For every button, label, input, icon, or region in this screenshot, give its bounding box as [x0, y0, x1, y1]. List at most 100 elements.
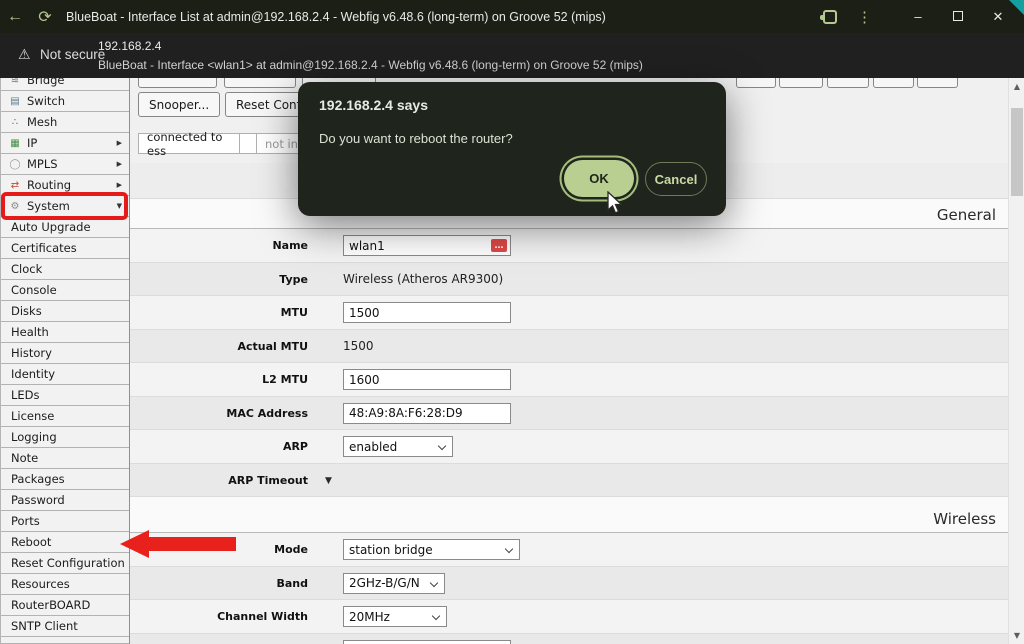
back-icon[interactable]: ←: [0, 8, 30, 26]
arp-select[interactable]: enabled: [343, 436, 453, 457]
sidebar-item-routerboard[interactable]: RouterBOARD: [1, 595, 129, 616]
form-row-actual-mtu: Actual MTU 1500: [130, 330, 1008, 364]
sidebar-item-label: Password: [11, 493, 65, 507]
chevron-down-icon: [438, 442, 446, 450]
mac-address-input[interactable]: 48:A9:8A:F6:28:D9: [343, 403, 511, 424]
sidebar-item-logging[interactable]: Logging: [1, 427, 129, 448]
sidebar-item-password[interactable]: Password: [1, 490, 129, 511]
mode-select[interactable]: station bridge: [343, 539, 520, 560]
sidebar-item-leds[interactable]: LEDs: [1, 385, 129, 406]
form-row-mtu: MTU 1500: [130, 296, 1008, 330]
name-input[interactable]: wlan1…: [343, 235, 511, 256]
sidebar-item-label: Routing: [27, 178, 71, 192]
sidebar-item-label: Health: [11, 325, 49, 339]
sidebar-item-reboot[interactable]: Reboot: [1, 532, 129, 553]
not-secure-label[interactable]: Not secure: [40, 47, 105, 62]
sidebar-item-mesh[interactable]: ∴Mesh: [1, 112, 129, 133]
site-page-title: BlueBoat - Interface <wlan1> at admin@19…: [98, 58, 643, 72]
sidebar-item-reset-configuration[interactable]: Reset Configuration: [1, 553, 129, 574]
sidebar-item-disks[interactable]: Disks: [1, 301, 129, 322]
sidebar-item-sntp-client[interactable]: SNTP Client: [1, 616, 129, 637]
sidebar-item-label: Mesh: [27, 115, 57, 129]
form-row-partial: [130, 634, 1008, 644]
chevron-right-icon: ▶: [117, 160, 122, 168]
sidebar-item-clock[interactable]: Clock: [1, 259, 129, 280]
mouse-cursor: [607, 191, 627, 215]
field-label: Actual MTU: [237, 340, 308, 353]
sidebar-item-mpls[interactable]: ◯MPLS ▶: [1, 154, 129, 175]
field-label: Type: [279, 273, 308, 286]
minimize-button[interactable]: –: [898, 9, 938, 24]
scroll-down-icon[interactable]: ▼: [1009, 631, 1024, 640]
sidebar-item-identity[interactable]: Identity: [1, 364, 129, 385]
form-row-name: Name wlan1…: [130, 229, 1008, 263]
form-row-type: Type Wireless (Atheros AR9300): [130, 263, 1008, 297]
form-row-l2-mtu: L2 MTU1600: [130, 363, 1008, 397]
sidebar-item-label: Certificates: [11, 241, 77, 255]
sidebar-item-license[interactable]: License: [1, 406, 129, 427]
mesh-icon: ∴: [6, 117, 24, 128]
browser-menu-icon[interactable]: ⋮: [857, 8, 872, 26]
sidebar-item-item[interactable]: [1, 637, 129, 644]
select-value: 2GHz-B/G/N: [349, 576, 420, 590]
refresh-icon[interactable]: ⟳: [30, 7, 60, 27]
channel-width-select[interactable]: 20MHz: [343, 606, 447, 627]
sidebar-item-label: Reboot: [11, 535, 51, 549]
field-label: ARP: [283, 440, 308, 453]
sidebar-item-resources[interactable]: Resources: [1, 574, 129, 595]
sidebar-item-label: LEDs: [11, 388, 40, 402]
sidebar-item-label: Clock: [11, 262, 42, 276]
sidebar-item-label: Console: [11, 283, 57, 297]
sidebar-item-history[interactable]: History: [1, 343, 129, 364]
warning-icon: ⚠: [18, 46, 31, 63]
status-spacer: [240, 133, 257, 154]
sidebar-item-health[interactable]: Health: [1, 322, 129, 343]
select-value: enabled: [349, 440, 397, 454]
sidebar-item-switch[interactable]: ▤Switch: [1, 91, 129, 112]
field-label: ARP Timeout: [228, 474, 308, 487]
scrollbar-thumb[interactable]: [1011, 108, 1023, 196]
form-row-arp-timeout: ARP Timeout ▼: [130, 464, 1008, 498]
screen: ← ⟳ BlueBoat - Interface List at admin@1…: [0, 0, 1024, 644]
security-infobar: ⚠ Not secure 192.168.2.4 BlueBoat - Inte…: [0, 33, 1024, 78]
extensions-icon[interactable]: [823, 10, 837, 24]
more-options-icon[interactable]: …: [491, 239, 507, 252]
field-label: Band: [276, 577, 308, 590]
input-value: 48:A9:8A:F6:28:D9: [349, 406, 463, 420]
form-row-arp: ARP enabled: [130, 430, 1008, 464]
snooper-button[interactable]: Snooper...: [138, 92, 220, 117]
field-label: Name: [272, 239, 308, 252]
vertical-scrollbar[interactable]: ▲ ▼: [1008, 78, 1024, 644]
actual-mtu-value: 1500: [343, 339, 374, 353]
screen-corner-marker: [1009, 0, 1024, 15]
annotation-box-system: [1, 192, 128, 220]
chevron-down-icon: [430, 578, 438, 586]
sidebar-item-note[interactable]: Note: [1, 448, 129, 469]
partial-input[interactable]: [343, 640, 511, 644]
confirm-dialog: 192.168.2.4 says Do you want to reboot t…: [298, 82, 726, 216]
sidebar-item-auto-upgrade[interactable]: Auto Upgrade: [1, 217, 129, 238]
routing-icon: ⇄: [6, 180, 24, 191]
maximize-button[interactable]: [938, 9, 978, 24]
mtu-input[interactable]: 1500: [343, 302, 511, 323]
window-title: BlueBoat - Interface List at admin@192.1…: [66, 10, 606, 24]
field-label: MTU: [281, 306, 308, 319]
type-value: Wireless (Atheros AR9300): [343, 272, 503, 286]
l2-mtu-input[interactable]: 1600: [343, 369, 511, 390]
chevron-right-icon: ▶: [117, 139, 122, 147]
sidebar-item-console[interactable]: Console: [1, 280, 129, 301]
cancel-button[interactable]: Cancel: [645, 162, 707, 196]
maximize-icon: [953, 11, 963, 21]
sidebar-item-ip[interactable]: ▦IP▶: [1, 133, 129, 154]
sidebar-item-label: Resources: [11, 577, 70, 591]
mpls-icon: ◯: [6, 159, 24, 170]
scroll-up-icon[interactable]: ▲: [1009, 82, 1024, 91]
band-select[interactable]: 2GHz-B/G/N: [343, 573, 445, 594]
expand-section-icon[interactable]: ▼: [325, 476, 332, 486]
sidebar-item-certificates[interactable]: Certificates: [1, 238, 129, 259]
sidebar-menu: ≋Bridge▤Switch∴Mesh▦IP▶◯MPLS▶⇄Routing▶⚙S…: [0, 70, 130, 644]
site-host: 192.168.2.4: [98, 39, 161, 53]
sidebar-item-label: MPLS: [27, 157, 58, 171]
sidebar-item-ports[interactable]: Ports: [1, 511, 129, 532]
sidebar-item-packages[interactable]: Packages: [1, 469, 129, 490]
